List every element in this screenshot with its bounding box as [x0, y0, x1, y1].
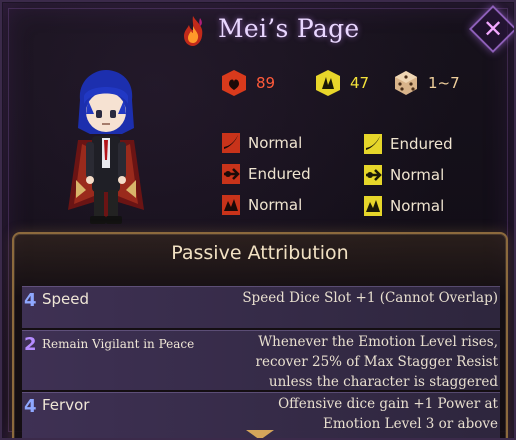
passive-name: Speed [42, 290, 90, 308]
resist-label: Normal [390, 166, 445, 184]
flame-emblem-icon [184, 16, 203, 46]
passive-name: Remain Vigilant in Peace [42, 337, 195, 351]
blunt-hp-resist-icon [222, 195, 240, 215]
passive-desc: Whenever the Emotion Level rises, recove… [255, 334, 498, 390]
resist-label: Normal [248, 196, 303, 214]
stagger-stat: 47 [314, 68, 369, 98]
resist-label: Normal [390, 197, 445, 215]
blunt-stagger-resist-icon [364, 196, 382, 216]
hp-icon [222, 70, 246, 96]
header: Mei’s Page ✕ [2, 2, 514, 58]
passive-cost: 4 [24, 290, 37, 311]
hp-value: 89 [256, 74, 276, 92]
hp-resist-slash: Normal [220, 130, 302, 156]
passive-cost: 4 [24, 396, 37, 417]
pierce-stagger-resist-icon [364, 165, 382, 185]
pierce-hp-resist-icon [222, 164, 240, 184]
stagger-value: 47 [350, 74, 370, 92]
scroll-down-arrow-icon[interactable] [246, 430, 274, 438]
page-frame: Mei’s Page ✕ 89 47 1~7 Normal Endured No… [0, 0, 516, 440]
hp-resist-pierce: Endured [220, 161, 311, 187]
passive-panel: Passive Attribution 4 Speed Speed Dice S… [12, 232, 508, 438]
close-button[interactable]: ✕ [476, 12, 510, 46]
passive-title: Passive Attribution [171, 242, 349, 264]
resist-label: Normal [248, 134, 303, 152]
slash-stagger-resist-icon [364, 134, 382, 154]
speed-dice-icon [395, 71, 417, 95]
hp-resist-blunt: Normal [220, 192, 302, 218]
hp-stat: 89 [220, 68, 275, 98]
stagger-resist-slash: Endured [362, 131, 453, 157]
passive-item-speed[interactable]: 4 Speed Speed Dice Slot +1 (Cannot Overl… [22, 286, 500, 328]
resist-label: Endured [248, 165, 311, 183]
page-title: Mei’s Page [218, 14, 360, 43]
passive-cost: 2 [24, 334, 37, 355]
speed-stat: 1~7 [392, 68, 460, 98]
passive-desc: Speed Dice Slot +1 (Cannot Overlap) [242, 290, 498, 306]
passive-name: Fervor [42, 396, 90, 414]
speed-value: 1~7 [428, 74, 460, 92]
passive-desc: Offensive dice gain +1 Power at Emotion … [278, 396, 498, 432]
character-sprite [68, 70, 144, 224]
resist-label: Endured [390, 135, 453, 153]
stagger-icon [316, 70, 340, 96]
stagger-resist-blunt: Normal [362, 193, 444, 219]
slash-hp-resist-icon [222, 133, 240, 153]
passive-item-remain-vigilant[interactable]: 2 Remain Vigilant in Peace Whenever the … [22, 330, 500, 390]
stagger-resist-pierce: Normal [362, 162, 444, 188]
